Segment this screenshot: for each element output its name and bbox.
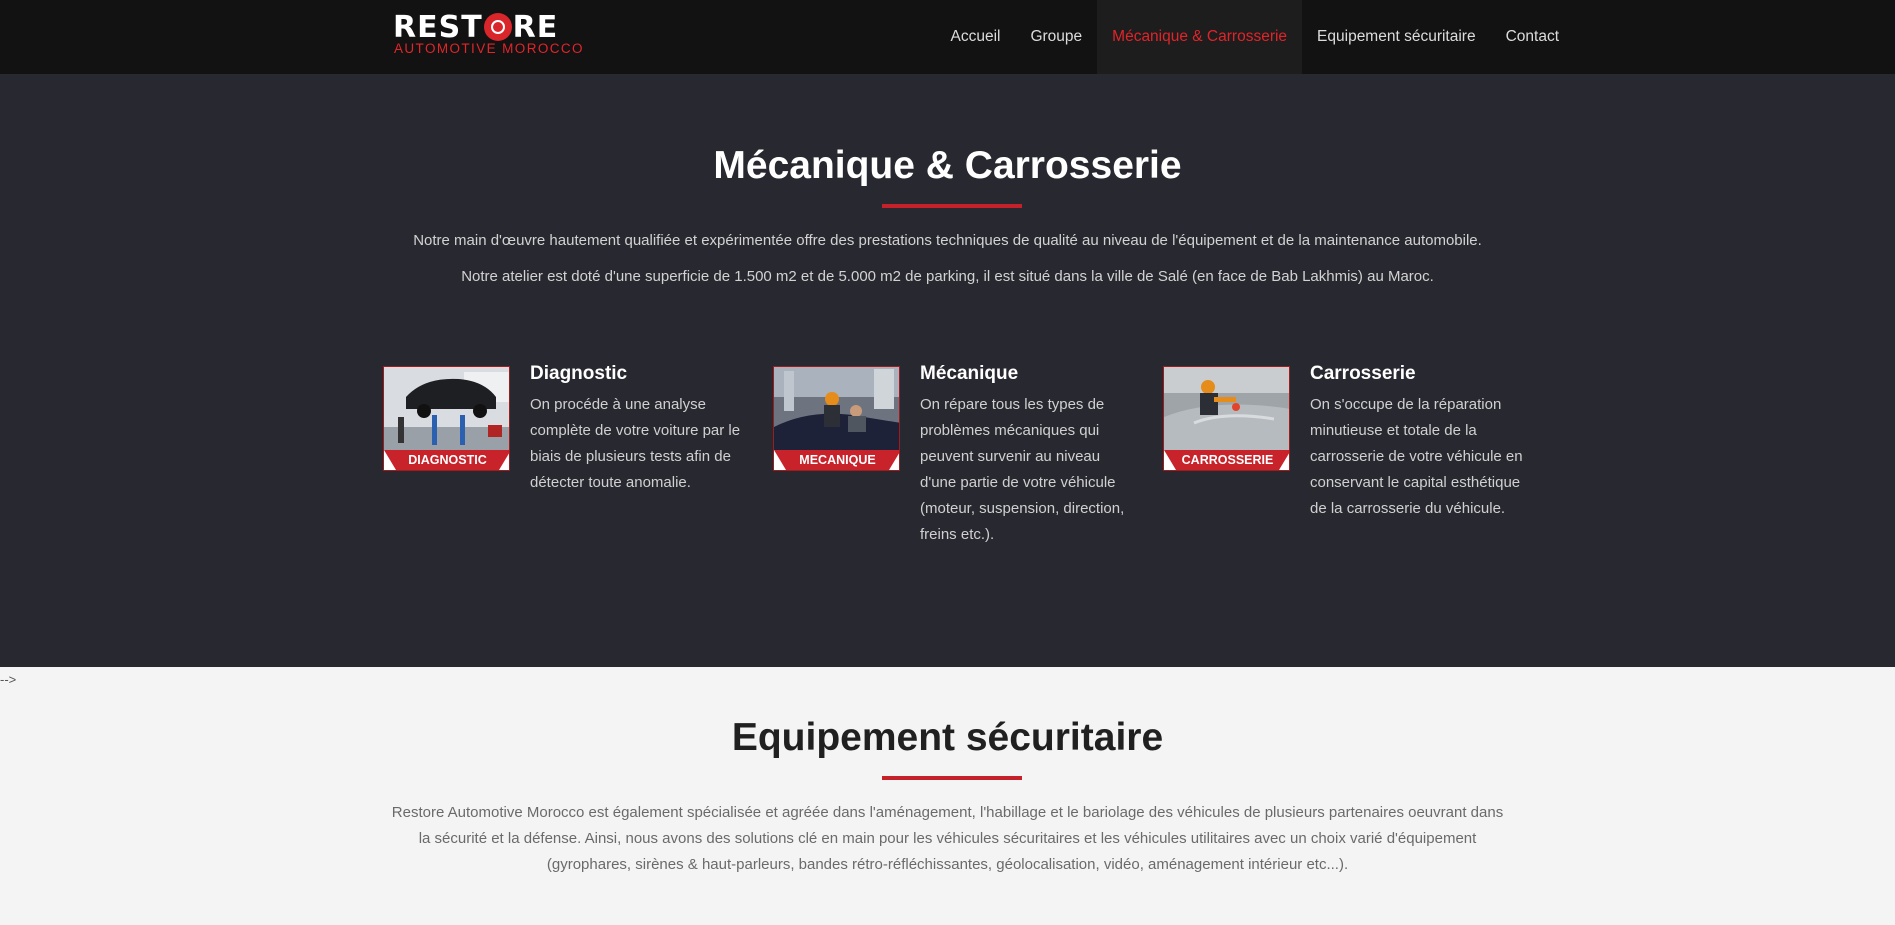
nav-item-equipement-securitaire[interactable]: Equipement sécuritaire xyxy=(1302,0,1491,74)
car-on-lift-photo xyxy=(384,367,509,454)
title-underline-equipement xyxy=(882,776,1022,780)
logo-wordmark: REST RE xyxy=(393,9,559,45)
bodywork-polishing-photo xyxy=(1164,367,1289,454)
card-text-mecanique: On répare tous les types de problèmes mé… xyxy=(920,396,1125,543)
mecanique-image[interactable]: MECANIQUE xyxy=(773,366,900,471)
nav-item-accueil[interactable]: Accueil xyxy=(935,0,1015,74)
stray-comment-text: --> xyxy=(0,672,17,687)
card-title-mecanique: Mécanique xyxy=(920,363,1019,384)
top-navbar: REST RE AUTOMOTIVE MOROCCO Accueil Group… xyxy=(0,0,1895,74)
mecanique-section-title: Mécanique & Carrosserie xyxy=(713,144,1182,187)
nav-right-spacer xyxy=(1574,0,1895,74)
equipement-paragraph: Restore Automotive Morocco est également… xyxy=(391,804,1504,873)
logo-subtitle: AUTOMOTIVE MOROCCO xyxy=(394,41,584,56)
equipement-section-title: Equipement sécuritaire xyxy=(731,716,1164,759)
gear-shift-icon xyxy=(483,13,512,41)
restore-logo[interactable]: REST RE AUTOMOTIVE MOROCCO xyxy=(393,9,584,57)
nav-item-mecanique-carrosserie[interactable]: Mécanique & Carrosserie xyxy=(1097,0,1303,74)
main-nav: Accueil Groupe Mécanique & Carrosserie E… xyxy=(935,0,1895,74)
card-text-diagnostic: On procéde à une analyse complète de vot… xyxy=(530,396,741,491)
carrosserie-image[interactable]: CARROSSERIE xyxy=(1163,366,1290,471)
mecanique-section: Mécanique & Carrosserie Notre main d'œuv… xyxy=(0,74,1895,667)
intro-paragraph-2: Notre atelier est doté d'une superficie … xyxy=(461,268,1434,285)
card-text-carrosserie: On s'occupe de la réparation minutieuse … xyxy=(1310,396,1523,517)
logo-text-end: RE xyxy=(512,9,559,45)
card-title-carrosserie: Carrosserie xyxy=(1310,363,1416,384)
intro-paragraph-1: Notre main d'œuvre hautement qualifiée e… xyxy=(413,232,1482,249)
nav-item-contact[interactable]: Contact xyxy=(1491,0,1574,74)
mecanique-image-label: MECANIQUE xyxy=(774,450,899,470)
logo-text-start: REST xyxy=(393,9,483,45)
diagnostic-image-label: DIAGNOSTIC xyxy=(384,450,509,470)
diagnostic-image[interactable]: DIAGNOSTIC xyxy=(383,366,510,471)
card-title-diagnostic: Diagnostic xyxy=(530,363,628,384)
mechanics-working-photo xyxy=(774,367,899,454)
carrosserie-image-label: CARROSSERIE xyxy=(1164,450,1289,470)
nav-item-groupe[interactable]: Groupe xyxy=(1015,0,1097,74)
title-underline xyxy=(882,204,1022,208)
